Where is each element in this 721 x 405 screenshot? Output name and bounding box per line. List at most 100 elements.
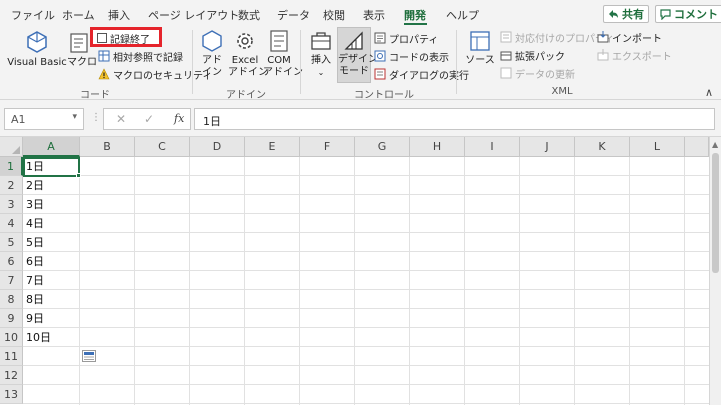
column-header-a[interactable]: A [23, 137, 80, 157]
tab-developer[interactable]: 開発 [404, 7, 426, 23]
tab-home[interactable]: ホーム [62, 7, 95, 23]
column-header-k[interactable]: K [575, 137, 630, 157]
fill-handle[interactable] [76, 173, 81, 178]
cell-a3[interactable]: 3日 [26, 195, 44, 214]
group-separator [192, 30, 193, 94]
column-header-i[interactable]: I [465, 137, 520, 157]
export-button[interactable]: エクスポート [597, 47, 672, 63]
tab-view[interactable]: 表示 [363, 7, 385, 23]
design-mode-label-line2: モード [339, 66, 369, 77]
macro-security-button[interactable]: マクロのセキュリティ [98, 66, 212, 82]
formula-bar: A1 ▾ ⋮ ✕ ✓ fx 1日 [0, 100, 721, 137]
properties-button[interactable]: プロパティ [374, 30, 438, 46]
chevron-down-icon[interactable]: ▾ [72, 112, 77, 122]
expansion-pack-button[interactable]: 拡張パック [500, 47, 565, 63]
record-stop-button[interactable]: 記録終了 [97, 30, 150, 46]
row-header-8[interactable]: 8 [0, 290, 23, 309]
column-header-l[interactable]: L [630, 137, 685, 157]
collapse-ribbon-icon[interactable]: ∧ [705, 86, 713, 99]
cell-a9[interactable]: 9日 [26, 309, 44, 328]
tab-review[interactable]: 校閲 [323, 7, 345, 23]
more-options-icon[interactable]: ⋮ [91, 112, 101, 123]
column-header-b[interactable]: B [80, 137, 135, 157]
row-header-10[interactable]: 10 [0, 328, 23, 347]
column-header-h[interactable]: H [410, 137, 465, 157]
tab-data[interactable]: データ [277, 7, 310, 23]
addin-button[interactable]: アド イン [198, 29, 226, 79]
share-icon [609, 9, 618, 18]
row-header-3[interactable]: 3 [0, 195, 23, 214]
row-header-11[interactable]: 11 [0, 347, 23, 366]
group-separator [456, 30, 457, 94]
row-header-13[interactable]: 13 [0, 385, 23, 404]
relative-reference-button[interactable]: 相対参照で記録 [98, 48, 183, 64]
cell-a2[interactable]: 2日 [26, 176, 44, 195]
row-header-9[interactable]: 9 [0, 309, 23, 328]
column-header-f[interactable]: F [300, 137, 355, 157]
group-label-addins: アドイン [226, 90, 266, 101]
tab-help[interactable]: ヘルプ [446, 7, 479, 23]
formula-input[interactable]: 1日 [194, 108, 715, 130]
cell-a10[interactable]: 10日 [26, 328, 51, 347]
run-dialog-button[interactable]: ダイアログの実行 [374, 66, 469, 82]
row-header-2[interactable]: 2 [0, 176, 23, 195]
worksheet-grid[interactable]: A B C D E F G H I J K L 1 2 3 4 5 6 7 8 … [0, 137, 721, 405]
cell-a6[interactable]: 6日 [26, 252, 44, 271]
tab-page-layout[interactable]: ページ レイアウト [148, 7, 239, 23]
scroll-thumb[interactable] [712, 153, 719, 273]
design-mode-label-line1: デザイン [338, 54, 378, 65]
tab-insert[interactable]: 挿入 [108, 7, 130, 23]
insert-control-button[interactable]: 挿入 ⌄ [306, 29, 336, 79]
run-dialog-label: ダイアログの実行 [389, 70, 469, 82]
comment-button[interactable]: コメント [655, 5, 721, 23]
tab-file[interactable]: ファイル [11, 7, 55, 23]
group-label-controls: コントロール [354, 90, 414, 101]
xml-source-label: ソース [465, 55, 495, 66]
share-button[interactable]: 共有 [603, 5, 649, 23]
select-all-icon [12, 146, 20, 154]
addin-label-line1: アド [202, 55, 222, 66]
column-header-m[interactable] [685, 137, 709, 157]
com-addin-icon [270, 30, 288, 52]
xml-source-button[interactable]: ソース [464, 29, 496, 67]
column-header-j[interactable]: J [520, 137, 575, 157]
row-header-4[interactable]: 4 [0, 214, 23, 233]
column-header-e[interactable]: E [245, 137, 300, 157]
row-header-6[interactable]: 6 [0, 252, 23, 271]
properties-label: プロパティ [389, 34, 439, 46]
group-separator [300, 30, 301, 94]
com-addin-button[interactable]: COM アドイン [263, 29, 303, 79]
expansion-pack-icon [500, 51, 512, 61]
view-code-button[interactable]: コードの表示 [374, 48, 449, 64]
ribbon: Visual Basic マクロ 相対参照で記録 マクロのセキュリティ 記録終了… [0, 26, 721, 101]
excel-addin-button[interactable]: Excel アドイン [228, 29, 268, 79]
column-header-d[interactable]: D [190, 137, 245, 157]
name-box[interactable]: A1 ▾ [4, 108, 84, 130]
scroll-up-icon[interactable]: ▲ [712, 140, 718, 149]
cell-a4[interactable]: 4日 [26, 214, 44, 233]
column-header-g[interactable]: G [355, 137, 410, 157]
cell-a5[interactable]: 5日 [26, 233, 44, 252]
column-header-c[interactable]: C [135, 137, 190, 157]
design-mode-button[interactable]: デザイン モード [337, 27, 378, 83]
cell-a7[interactable]: 7日 [26, 271, 44, 290]
cancel-icon[interactable]: ✕ [116, 112, 126, 126]
insert-function-icon[interactable]: fx [174, 112, 184, 125]
gridline [23, 346, 709, 347]
row-header-1[interactable]: 1 [0, 157, 23, 176]
design-mode-icon [344, 31, 363, 50]
refresh-data-button[interactable]: データの更新 [500, 65, 575, 81]
select-all-button[interactable] [0, 137, 23, 157]
gridline [23, 232, 709, 233]
quick-analysis-icon[interactable] [82, 350, 96, 362]
row-header-7[interactable]: 7 [0, 271, 23, 290]
cell-a8[interactable]: 8日 [26, 290, 44, 309]
enter-icon[interactable]: ✓ [144, 112, 154, 126]
addin-icon [202, 30, 222, 52]
visual-basic-button[interactable]: Visual Basic [7, 29, 67, 69]
import-button[interactable]: インポート [597, 29, 662, 45]
vertical-scrollbar[interactable]: ▲ [709, 137, 721, 405]
tab-formulas[interactable]: 数式 [238, 7, 260, 23]
row-header-5[interactable]: 5 [0, 233, 23, 252]
row-header-12[interactable]: 12 [0, 366, 23, 385]
